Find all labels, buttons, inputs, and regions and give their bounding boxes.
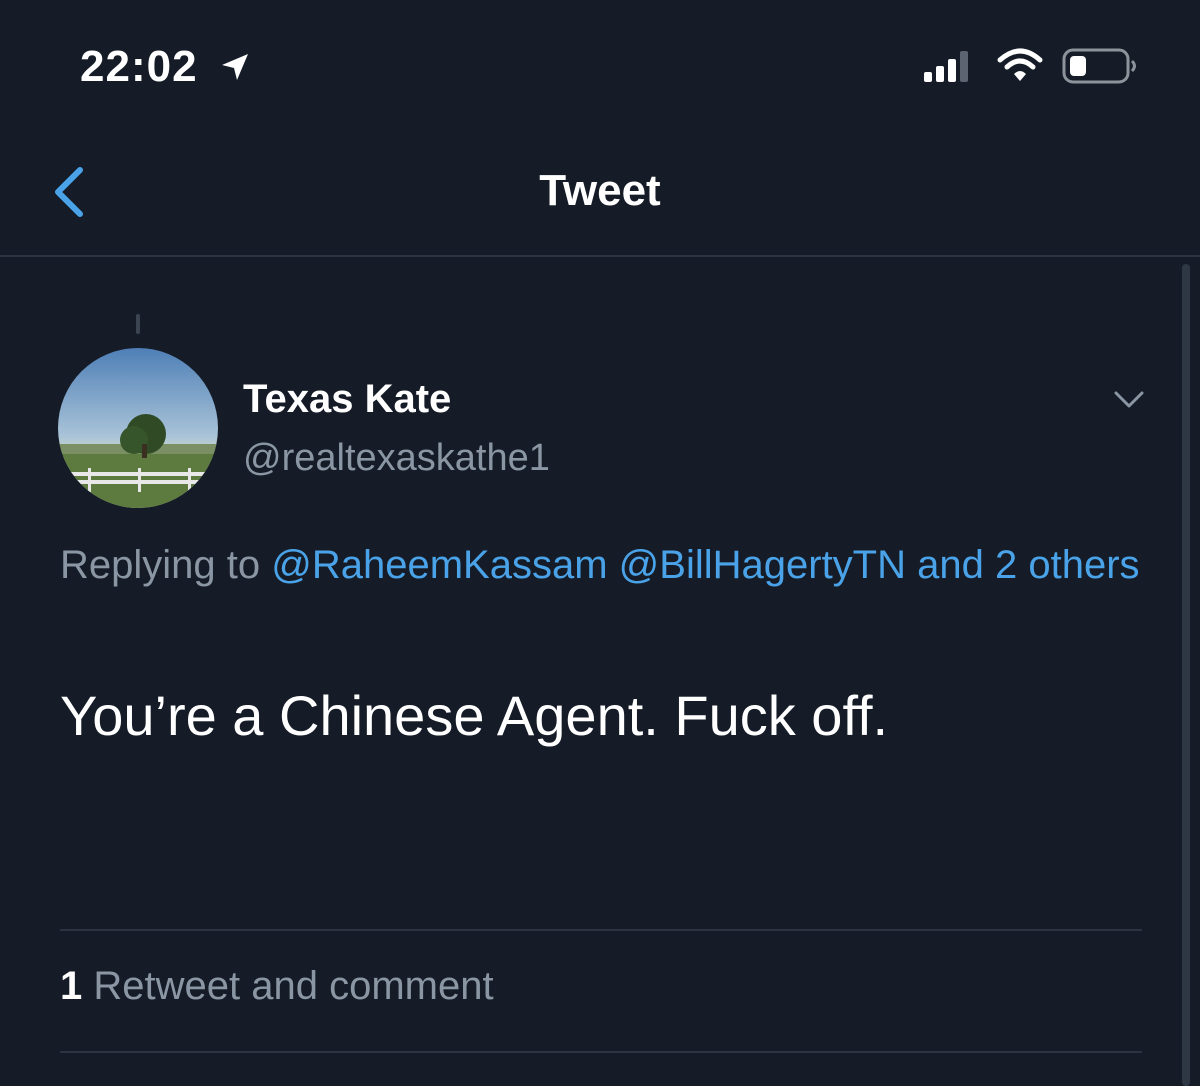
battery-icon xyxy=(1062,48,1136,84)
chevron-down-icon[interactable] xyxy=(1112,388,1146,412)
status-bar: 22:02 xyxy=(0,0,1200,130)
navigation-bar: Tweet xyxy=(0,130,1200,257)
avatar[interactable] xyxy=(58,348,218,508)
status-time: 22:02 xyxy=(80,42,198,91)
stats-count: 1 xyxy=(60,964,83,1008)
retweet-comment-stats[interactable]: 1 Retweet and comment xyxy=(60,964,494,1009)
divider xyxy=(60,1051,1142,1053)
stats-label: Retweet and comment xyxy=(93,964,494,1008)
location-arrow-icon xyxy=(222,54,248,80)
tweet-text: You’re a Chinese Agent. Fuck off. xyxy=(60,684,889,747)
others-link[interactable]: 2 others xyxy=(995,543,1140,587)
page-title: Tweet xyxy=(539,166,661,215)
mentions-conjunction[interactable]: and xyxy=(917,543,984,587)
scrollbar[interactable] xyxy=(1182,264,1190,1086)
thread-connector-line xyxy=(136,314,140,334)
mention-link[interactable]: @RaheemKassam xyxy=(271,543,607,587)
replying-to-label: Replying to xyxy=(60,543,261,587)
mention-link[interactable]: @BillHagertyTN xyxy=(619,543,906,587)
divider xyxy=(60,929,1142,931)
wifi-icon xyxy=(997,48,1043,81)
author-handle[interactable]: @realtexaskathe1 xyxy=(243,437,550,480)
author-display-name[interactable]: Texas Kate xyxy=(243,377,451,422)
replying-to-line: Replying to @RaheemKassam @BillHagertyTN… xyxy=(60,533,1140,597)
cellular-signal-icon xyxy=(924,51,968,82)
